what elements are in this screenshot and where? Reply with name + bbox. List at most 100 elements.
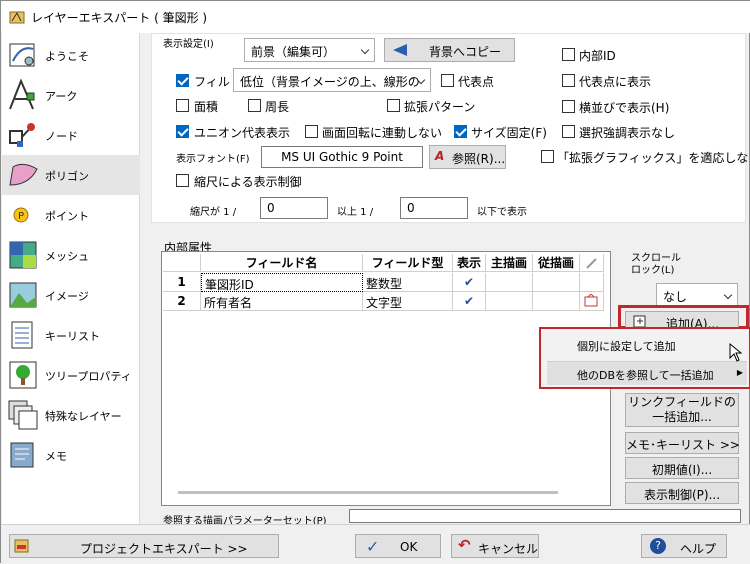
col-header-sub-draw[interactable]: 従描画: [533, 254, 580, 272]
perimeter-label: 周長: [265, 100, 290, 114]
chevron-down-icon: [360, 45, 370, 55]
mesh-icon: [7, 239, 39, 271]
sidebar-item-polygon[interactable]: ポリゴン: [2, 155, 140, 195]
inner-id-label: 内部ID: [579, 49, 616, 63]
copy-to-background-button[interactable]: 背景へコピー: [384, 38, 515, 62]
sidebar-item-mesh[interactable]: メッシュ: [2, 235, 140, 275]
scroll-lock-label: スクロール ロック(L): [631, 253, 681, 276]
inner-id-checkbox[interactable]: [562, 48, 575, 61]
font-label: 表示フォント(F): [176, 154, 250, 165]
size-fixed-label: サイズ固定(F): [471, 126, 547, 140]
layer-combo[interactable]: 前景（編集可）: [244, 38, 375, 62]
menu-item-bulk-add-other-db[interactable]: 他のDBを参照して一括追加 ▶: [547, 361, 747, 385]
fill-combo[interactable]: 低位（背景イメージの上、線形の: [233, 68, 431, 92]
special-layer-icon: [7, 399, 39, 431]
sidebar: ようこそ アーク ノード ポリゴン P ポイント メッシュ イメージ キーリスト: [2, 33, 140, 524]
cell-field-type[interactable]: 整数型: [363, 273, 453, 292]
col-header-field-name[interactable]: フィールド名: [201, 254, 363, 272]
no-select-highlight-checkbox[interactable]: [562, 125, 575, 138]
perimeter-checkbox[interactable]: [248, 99, 261, 112]
below-label: 以下で表示: [477, 207, 527, 218]
show-rep-checkbox[interactable]: [562, 74, 575, 87]
pen-icon: [585, 258, 597, 269]
sidebar-item-memo[interactable]: メモ: [2, 435, 140, 475]
col-header-show[interactable]: 表示: [453, 254, 486, 272]
grid-corner: [163, 254, 201, 272]
arrow-left-icon: [393, 44, 407, 56]
sidebar-item-arc[interactable]: アーク: [2, 75, 140, 115]
add-context-menu: 個別に設定して追加 他のDBを参照して一括追加 ▶: [539, 327, 750, 389]
cell-pen[interactable]: [580, 273, 604, 292]
cell-field-type[interactable]: 文字型: [363, 292, 453, 311]
fill-label: フィル: [194, 75, 230, 89]
area-label: 面積: [194, 100, 219, 114]
cell-field-name[interactable]: 所有者名: [201, 292, 363, 311]
scroll-lock-combo[interactable]: なし: [656, 283, 738, 307]
initial-value-button[interactable]: 初期値(I)...: [625, 457, 739, 479]
footer-bar: プロジェクトエキスパート >> ✓ OK ↶ キャンセル ? ヘルプ: [1, 524, 750, 564]
title-bar: レイヤーエキスパート ( 筆図形 ): [1, 1, 750, 33]
display-control-button[interactable]: 表示制御(P)...: [625, 482, 739, 504]
chevron-down-icon: [723, 290, 733, 300]
sidebar-item-special-layer[interactable]: 特殊なレイヤー: [2, 395, 140, 435]
ext-pattern-checkbox[interactable]: [387, 99, 400, 112]
font-icon: A: [435, 149, 445, 163]
help-icon: ?: [650, 538, 666, 554]
col-header-main-draw[interactable]: 主描画: [486, 254, 533, 272]
union-checkbox[interactable]: [176, 125, 189, 138]
app-icon: [9, 9, 25, 25]
rotation-checkbox[interactable]: [305, 125, 318, 138]
link-field-bulk-add-button[interactable]: リンクフィールドの 一括追加...: [625, 393, 739, 427]
above-label: 以上 1 /: [337, 207, 374, 218]
cell-sub-draw[interactable]: [533, 273, 580, 292]
scale-from-label: 縮尺が 1 /: [190, 207, 237, 218]
window-title: レイヤーエキスパート ( 筆図形 ): [31, 11, 208, 25]
ok-button[interactable]: ✓ OK: [355, 534, 441, 558]
rep-point-label: 代表点: [458, 75, 495, 89]
cell-main-draw[interactable]: [486, 273, 533, 292]
display-group-label: 表示設定(I): [163, 39, 214, 50]
cell-sub-draw[interactable]: [533, 292, 580, 311]
layer-expert-window: レイヤーエキスパート ( 筆図形 ) ようこそ アーク ノード ポリゴン P ポ…: [0, 0, 750, 564]
polygon-icon: [7, 159, 39, 191]
row-number: 2: [163, 292, 201, 311]
sidebar-item-keylist[interactable]: キーリスト: [2, 315, 140, 355]
cancel-button[interactable]: ↶ キャンセル: [451, 534, 539, 558]
sidebar-item-welcome[interactable]: ようこそ: [2, 35, 140, 75]
cell-pen[interactable]: [580, 292, 604, 311]
size-fixed-checkbox[interactable]: [454, 125, 467, 138]
font-ref-button[interactable]: A 参照(R)...: [429, 145, 506, 169]
param-set-field[interactable]: [349, 509, 741, 523]
scale-to-field[interactable]: 0: [400, 197, 468, 219]
horizontal-checkbox[interactable]: [562, 100, 575, 113]
ext-graphics-checkbox[interactable]: [541, 150, 554, 163]
cell-show-check[interactable]: ✔: [453, 292, 486, 311]
fill-checkbox[interactable]: [176, 74, 189, 87]
cell-show-check[interactable]: ✔: [453, 273, 486, 292]
svg-text:P: P: [18, 211, 24, 222]
horizontal-scrollbar[interactable]: [178, 491, 558, 494]
ext-pattern-label: 拡張パターン: [404, 100, 476, 114]
scale-from-field[interactable]: 0: [260, 197, 328, 219]
keylist-icon: [7, 319, 39, 351]
sidebar-item-point[interactable]: P ポイント: [2, 195, 140, 235]
sidebar-item-image[interactable]: イメージ: [2, 275, 140, 315]
rep-point-checkbox[interactable]: [441, 74, 454, 87]
scale-control-checkbox[interactable]: [176, 174, 189, 187]
memo-keylist-button[interactable]: メモ･キーリスト >>: [625, 432, 740, 454]
area-checkbox[interactable]: [176, 99, 189, 112]
font-field[interactable]: MS UI Gothic 9 Point: [261, 146, 423, 168]
cell-main-draw[interactable]: [486, 292, 533, 311]
help-button[interactable]: ? ヘルプ: [641, 534, 727, 558]
point-icon: P: [7, 199, 39, 231]
menu-item-add-individual[interactable]: 個別に設定して追加: [547, 333, 747, 357]
project-expert-button[interactable]: プロジェクトエキスパート >>: [9, 534, 279, 558]
row-number: 1: [163, 273, 201, 292]
tree-icon: [7, 359, 39, 391]
cell-field-name[interactable]: 筆図形ID: [201, 273, 363, 292]
memo-icon: [7, 439, 39, 471]
sidebar-item-tree-property[interactable]: ツリープロパティ: [2, 355, 140, 395]
col-header-field-type[interactable]: フィールド型: [363, 254, 453, 272]
col-header-pen[interactable]: [580, 254, 604, 272]
sidebar-item-node[interactable]: ノード: [2, 115, 140, 155]
